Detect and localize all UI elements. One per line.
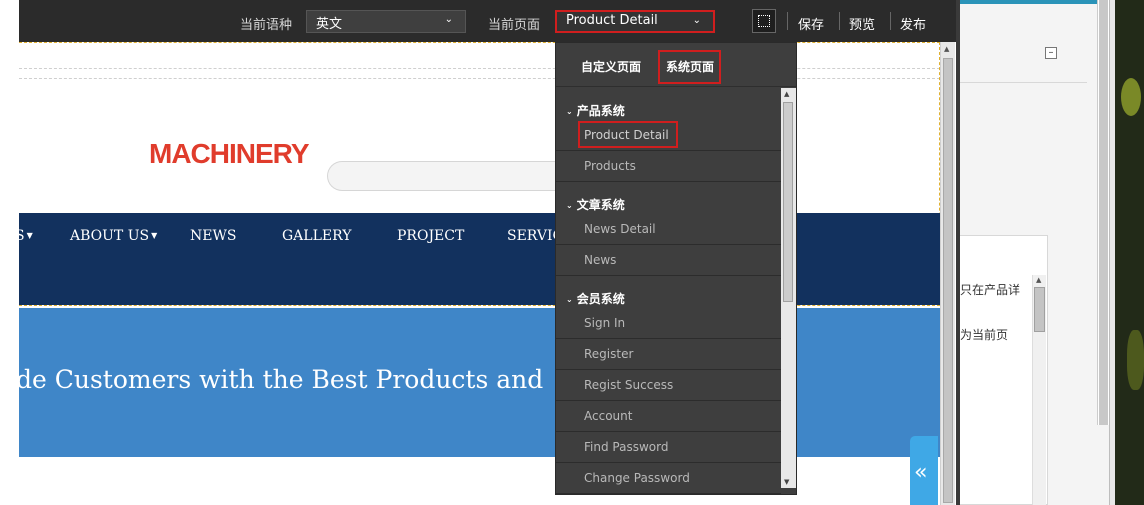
desktop-background	[1115, 0, 1144, 505]
list-item-news[interactable]: News	[556, 245, 781, 276]
double-chevron-left-icon: ‹‹	[914, 460, 927, 485]
scroll-up-icon[interactable]: ▲	[944, 45, 949, 53]
nav-item-about-us[interactable]: ABOUT US ▼	[70, 228, 157, 244]
hero-banner: de Customers with the Best Products and	[19, 308, 940, 457]
page-select[interactable]: Product Detail ⌄	[555, 10, 715, 33]
dropdown-tabs: 自定义页面 系统页面	[556, 43, 796, 87]
site-logo[interactable]: MACHINERY	[149, 138, 310, 170]
chevron-down-icon: ⌄	[566, 295, 573, 304]
page-dropdown-panel: 自定义页面 系统页面 ⌄ 产品系统 Product Detail Products…	[555, 42, 797, 495]
collapse-panel-button[interactable]: ‹‹	[910, 436, 938, 505]
list-item-products[interactable]: Products	[556, 151, 781, 182]
editor-canvas: MACHINERY S ▼ ABOUT US ▼ NEWS GALLERY PROJ…	[19, 42, 940, 505]
preview-button[interactable]: 预览	[849, 14, 875, 33]
site-nav-bar: S ▼ ABOUT US ▼ NEWS GALLERY PROJECT SERVIC	[19, 213, 940, 305]
chevron-down-icon: ⌄	[566, 201, 573, 210]
minus-icon[interactable]: –	[1045, 47, 1057, 59]
select-region-icon	[758, 15, 770, 27]
select-region-button[interactable]	[752, 9, 776, 33]
nav-item-project[interactable]: PROJECT	[397, 228, 464, 244]
panel-scrollbar[interactable]	[1097, 0, 1109, 425]
banner-headline: de Customers with the Best Products and	[19, 365, 544, 394]
selected-item-highlight	[578, 121, 678, 148]
language-label: 当前语种	[240, 18, 293, 33]
caret-down-icon: ▼	[151, 231, 158, 240]
tab-custom-pages[interactable]: 自定义页面	[581, 50, 641, 84]
chevron-down-icon: ⌄	[566, 107, 573, 116]
scrollbar-thumb[interactable]	[943, 58, 953, 503]
group-articles[interactable]: ⌄ 文章系统	[556, 187, 781, 215]
page-label: 当前页面	[488, 18, 541, 33]
scroll-down-icon[interactable]: ▼	[784, 478, 789, 486]
nav-item-label: S	[19, 228, 25, 244]
panel-accent-bar	[960, 0, 1097, 4]
scrollbar-thumb[interactable]	[783, 102, 793, 302]
group-title: 文章系统	[576, 198, 625, 212]
background-blur	[1127, 330, 1144, 390]
toolbar-divider	[890, 12, 891, 30]
list-item-news-detail[interactable]: News Detail	[556, 214, 781, 245]
caret-down-icon: ▼	[26, 231, 33, 240]
scroll-up-icon[interactable]: ▲	[1036, 276, 1041, 284]
panel-text-line: 只在产品详	[960, 283, 1021, 297]
dropdown-scrollbar[interactable]: ▲ ▼	[781, 88, 796, 488]
background-blur	[1121, 78, 1141, 116]
scroll-up-icon[interactable]: ▲	[784, 90, 789, 98]
chevron-down-icon: ⌄	[444, 14, 453, 25]
panel-text-line: 为当前页	[960, 328, 1009, 342]
editor-toolbar: 当前语种 英文 ⌄ 当前页面 Product Detail ⌄ 保存 预览 发布	[19, 0, 956, 42]
group-members[interactable]: ⌄ 会员系统	[556, 281, 781, 309]
list-item-change-password[interactable]: Change Password	[556, 463, 781, 494]
scrollbar-thumb[interactable]	[1099, 0, 1108, 425]
dropdown-page-list: ⌄ 产品系统 Product Detail Products ⌄ 文章系统 News…	[556, 88, 781, 494]
save-button[interactable]: 保存	[798, 14, 824, 33]
list-item-account[interactable]: Account	[556, 401, 781, 432]
panel-box-scrollbar[interactable]: ▲	[1032, 275, 1046, 505]
canvas-scrollbar[interactable]: ▲	[940, 42, 955, 505]
tab-system-pages[interactable]: 系统页面	[658, 50, 721, 84]
site-search-input[interactable]	[327, 161, 587, 191]
logo-faint-graphic	[19, 162, 144, 182]
toolbar-divider	[787, 12, 788, 30]
group-products[interactable]: ⌄ 产品系统	[556, 93, 781, 121]
language-select[interactable]: 英文 ⌄	[306, 10, 466, 33]
group-title: 会员系统	[576, 292, 625, 306]
list-item-sign-in[interactable]: Sign In	[556, 308, 781, 339]
panel-divider	[960, 82, 1087, 83]
language-value: 英文	[316, 17, 343, 32]
left-strip	[0, 0, 19, 505]
nav-item-services[interactable]: S ▼	[19, 228, 33, 244]
nav-item-label: ABOUT US	[70, 228, 150, 244]
list-item-regist-success[interactable]: Regist Success	[556, 370, 781, 401]
list-item-find-password[interactable]: Find Password	[556, 432, 781, 463]
toolbar-divider	[839, 12, 840, 30]
chevron-down-icon: ⌄	[692, 15, 701, 26]
group-title: 产品系统	[576, 104, 625, 118]
nav-item-news[interactable]: NEWS	[190, 228, 236, 244]
scrollbar-thumb[interactable]	[1034, 287, 1045, 332]
nav-item-gallery[interactable]: GALLERY	[282, 228, 351, 244]
list-item-register[interactable]: Register	[556, 339, 781, 370]
right-settings-panel: – 只在产品详 为当前页 ▲	[960, 0, 1115, 505]
page-value: Product Detail	[566, 13, 658, 28]
publish-button[interactable]: 发布	[900, 14, 926, 33]
